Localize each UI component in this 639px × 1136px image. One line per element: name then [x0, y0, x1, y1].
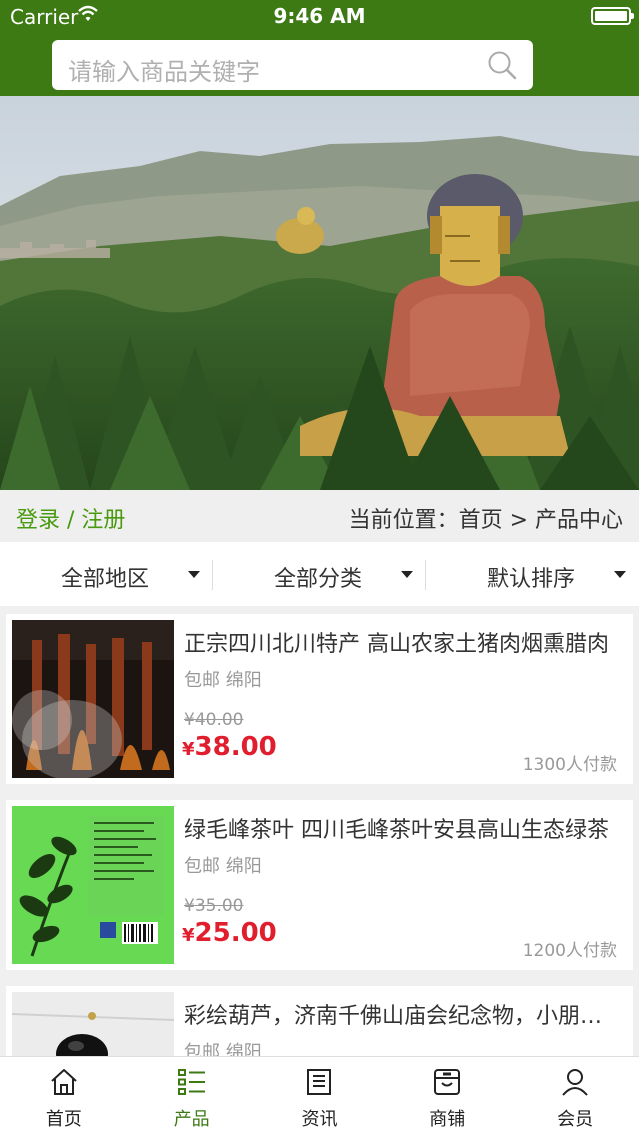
tab-news[interactable]: 资讯 [256, 1057, 384, 1136]
tab-bar: 首页 产品 资讯 商铺 会员 [0, 1056, 639, 1136]
news-icon [307, 1069, 332, 1095]
store-icon [434, 1069, 461, 1095]
status-bar: Carrier 9:46 AM [0, 0, 639, 32]
filter-bar: 全部地区 全部分类 默认排序 [0, 542, 639, 606]
product-tags: 包邮 绵阳 [184, 670, 262, 691]
product-card[interactable]: 正宗四川北川特产 高山农家土猪肉烟熏腊肉 包邮 绵阳 ¥40.00 ¥38.00… [6, 614, 633, 784]
clock: 9:46 AM [273, 4, 366, 28]
search-placeholder: 请输入商品关键字 [68, 58, 260, 86]
original-price: ¥40.00 [184, 710, 244, 730]
product-image[interactable] [12, 992, 174, 1056]
paid-count: 1200人付款 [522, 941, 617, 961]
tab-news-label: 资讯 [301, 1109, 338, 1130]
banner-image[interactable] [0, 96, 639, 490]
tab-home-label: 首页 [45, 1109, 82, 1130]
search-input[interactable]: 请输入商品关键字 [52, 40, 533, 90]
sale-price: ¥25.00 [182, 918, 277, 948]
tab-products-label: 产品 [173, 1109, 210, 1130]
banner-illustration [0, 96, 639, 490]
product-image[interactable] [12, 620, 174, 778]
caret-down-icon [614, 571, 626, 578]
breadcrumb: 当前位置：首页 > 产品中心 [348, 508, 623, 533]
tab-home[interactable]: 首页 [0, 1057, 128, 1136]
filter-sort-label: 默认排序 [487, 567, 576, 592]
filter-category[interactable]: 全部分类 [213, 542, 426, 606]
product-list: 正宗四川北川特产 高山农家土猪肉烟熏腊肉 包邮 绵阳 ¥40.00 ¥38.00… [0, 606, 639, 1056]
caret-down-icon [401, 571, 413, 578]
tab-member-label: 会员 [557, 1109, 594, 1130]
filter-sort[interactable]: 默认排序 [426, 542, 639, 606]
caret-down-icon [188, 571, 200, 578]
tab-stores[interactable]: 商铺 [383, 1057, 511, 1136]
login-register-link[interactable]: 登录 / 注册 [16, 502, 125, 534]
product-tags: 包邮 绵阳 [184, 856, 262, 877]
tab-member[interactable]: 会员 [511, 1057, 639, 1136]
header: Carrier 9:46 AM 请输入商品关键字 [0, 0, 639, 96]
paid-count: 1300人付款 [522, 755, 617, 775]
original-price: ¥35.00 [184, 896, 244, 916]
search-icon[interactable] [487, 50, 517, 80]
product-title[interactable]: 正宗四川北川特产 高山农家土猪肉烟熏腊肉 [184, 626, 614, 658]
list-icon [177, 1069, 205, 1095]
home-icon [51, 1069, 77, 1095]
product-title[interactable]: 彩绘葫芦，济南千佛山庙会纪念物，小朋友喜欢 [184, 998, 614, 1030]
user-icon [562, 1069, 588, 1096]
product-image[interactable] [12, 806, 174, 964]
filter-region-label: 全部地区 [61, 567, 150, 592]
filter-category-label: 全部分类 [274, 567, 363, 592]
breadcrumb-bar: 登录 / 注册 当前位置：首页 > 产品中心 [0, 490, 639, 542]
filter-region[interactable]: 全部地区 [0, 542, 213, 606]
product-title[interactable]: 绿毛峰茶叶 四川毛峰茶叶安县高山生态绿茶 [184, 812, 614, 844]
tab-products[interactable]: 产品 [128, 1057, 256, 1136]
product-card[interactable]: 绿毛峰茶叶 四川毛峰茶叶安县高山生态绿茶 包邮 绵阳 ¥35.00 ¥25.00… [6, 800, 633, 970]
sale-price: ¥38.00 [182, 732, 277, 762]
battery-icon [591, 7, 634, 25]
product-tags: 包邮 绵阳 [184, 1042, 262, 1056]
tab-stores-label: 商铺 [429, 1109, 466, 1130]
product-card[interactable]: 彩绘葫芦，济南千佛山庙会纪念物，小朋友喜欢 包邮 绵阳 [6, 986, 633, 1056]
